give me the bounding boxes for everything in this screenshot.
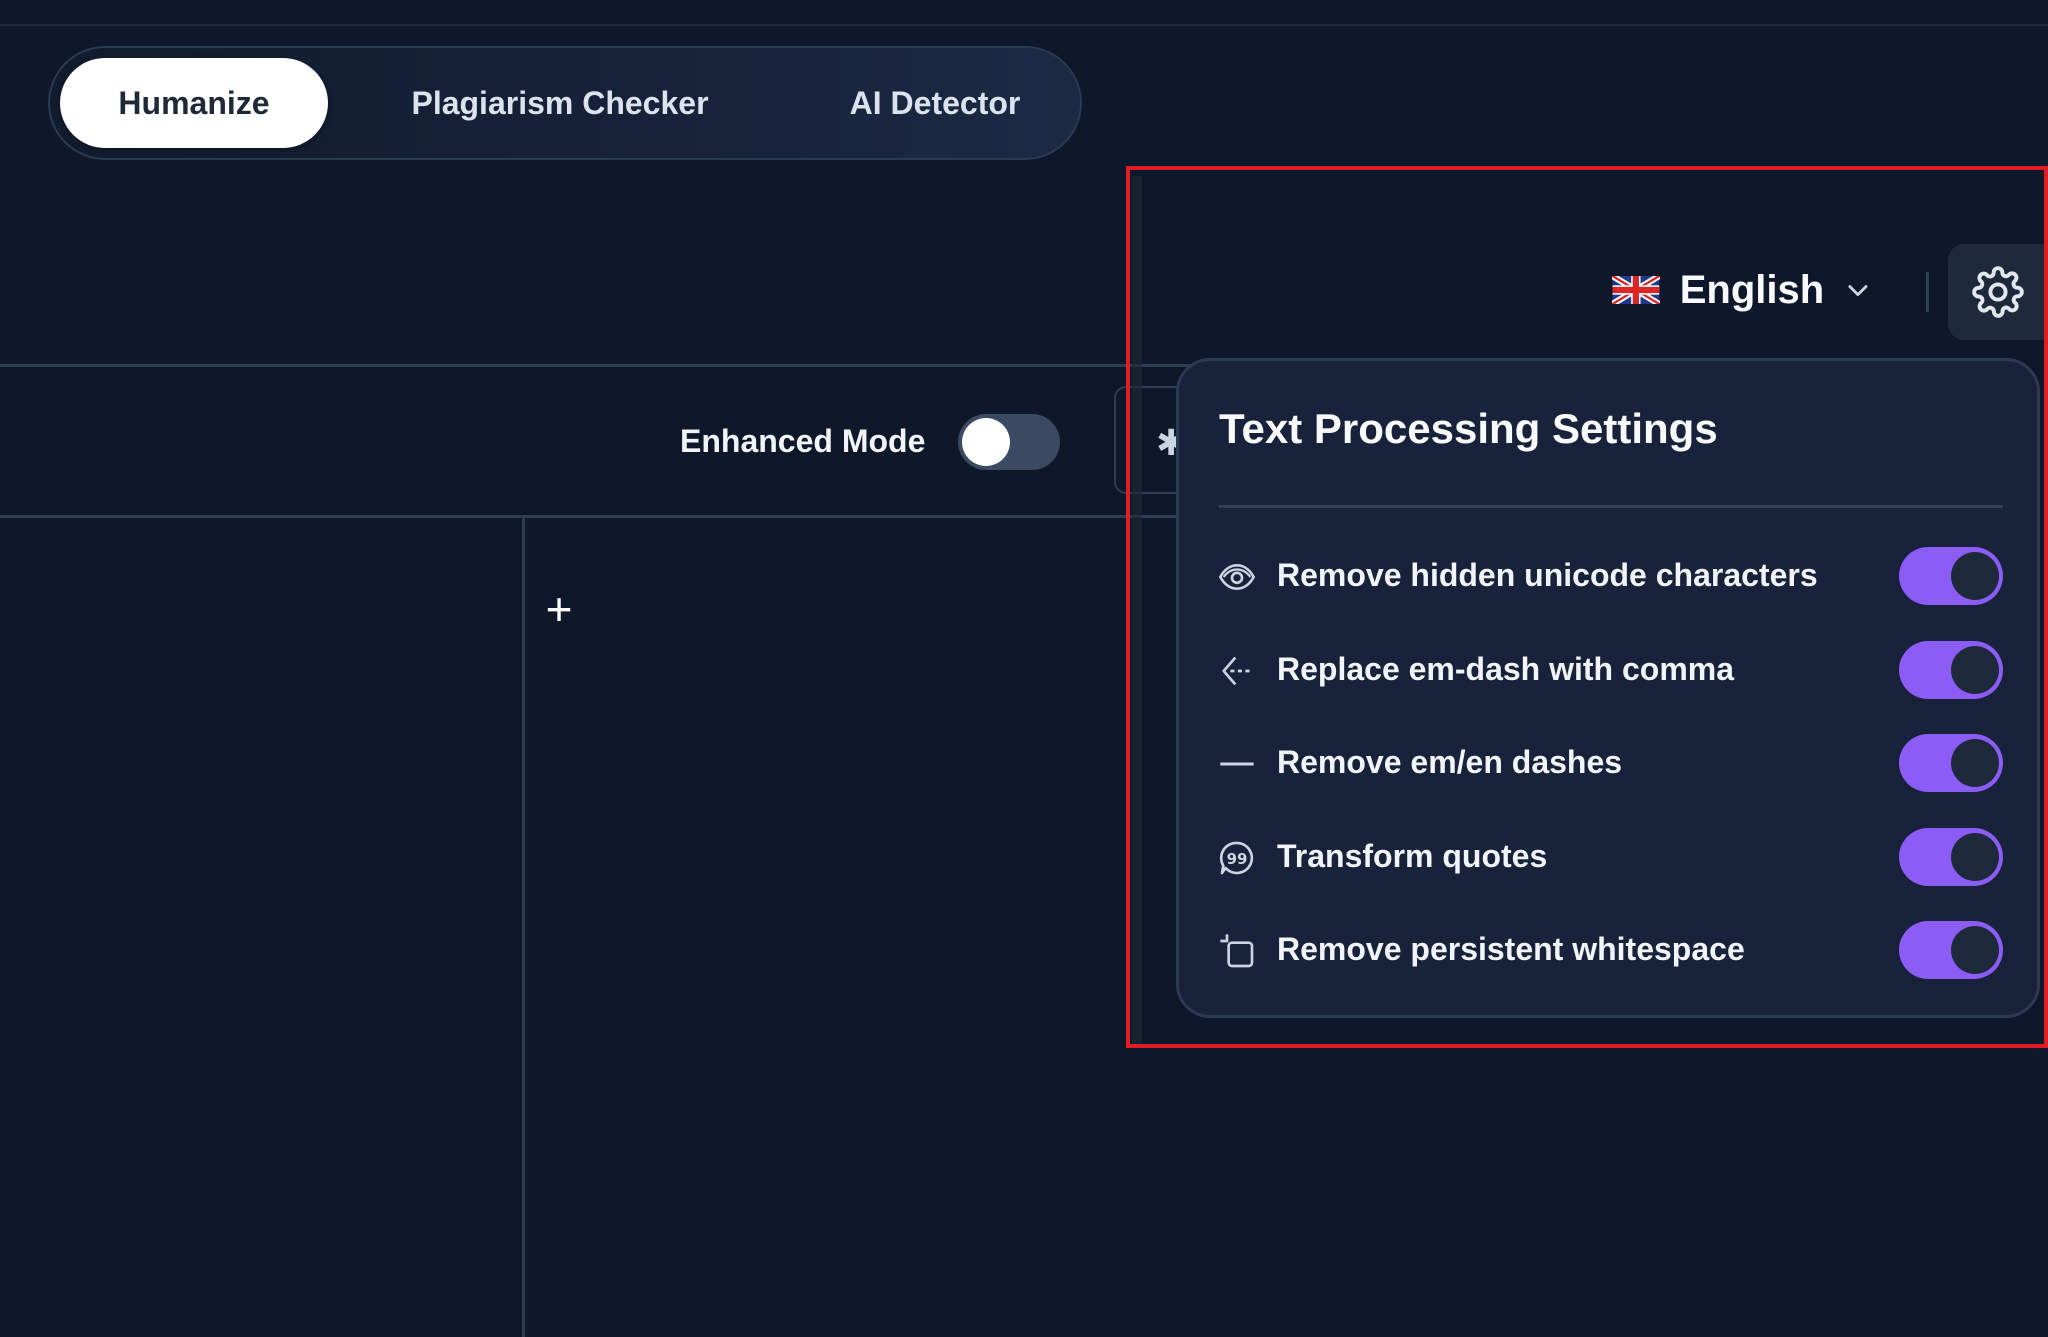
header-divider bbox=[1926, 272, 1929, 312]
editor-column-divider bbox=[522, 515, 525, 1337]
tab-ai-detector[interactable]: AI Detector bbox=[810, 58, 1060, 148]
editor-toolbar-border bbox=[0, 515, 1190, 518]
tab-humanize[interactable]: Humanize bbox=[60, 58, 328, 148]
settings-button[interactable] bbox=[1948, 244, 2048, 340]
quote-bubble-icon: 99 bbox=[1219, 841, 1254, 875]
setting-label: Remove persistent whitespace bbox=[1277, 931, 1745, 967]
setting-label: Remove hidden unicode characters bbox=[1277, 557, 1818, 593]
editor-top-border bbox=[0, 364, 1190, 367]
tool-tabs: Humanize Plagiarism Checker AI Detector bbox=[48, 46, 1082, 160]
setting-toggle-hidden-unicode[interactable] bbox=[1899, 547, 2003, 605]
language-selector[interactable]: English bbox=[1612, 262, 1872, 318]
app-page: Humanize Plagiarism Checker AI Detector … bbox=[0, 0, 2048, 1337]
toggle-knob bbox=[1951, 833, 1999, 881]
setting-label: Transform quotes bbox=[1277, 838, 1548, 874]
tab-plagiarism-checker[interactable]: Plagiarism Checker bbox=[390, 58, 730, 148]
setting-row-transform-quotes: 99 Transform quotes bbox=[1217, 826, 2003, 886]
text-processing-settings-panel: Text Processing Settings Remove hidden u… bbox=[1176, 358, 2040, 1018]
setting-label: Remove em/en dashes bbox=[1277, 744, 1623, 780]
setting-row-remove-dashes: Remove em/en dashes bbox=[1217, 732, 2003, 792]
eye-icon bbox=[1218, 563, 1256, 591]
gear-icon bbox=[1972, 266, 2024, 318]
chevron-down-icon bbox=[1848, 285, 1868, 297]
crop-square-icon bbox=[1220, 934, 1254, 968]
language-label: English bbox=[1679, 268, 1825, 312]
enhanced-mode-label: Enhanced Mode bbox=[680, 423, 926, 459]
toggle-knob bbox=[1951, 739, 1999, 787]
setting-label: Replace em-dash with comma bbox=[1277, 651, 1735, 687]
toggle-knob bbox=[1951, 926, 1999, 974]
top-divider bbox=[0, 24, 2048, 26]
toggle-knob bbox=[962, 418, 1010, 466]
setting-toggle-em-dash-comma[interactable] bbox=[1899, 641, 2003, 699]
toggle-knob bbox=[1951, 552, 1999, 600]
svg-text:99: 99 bbox=[1227, 850, 1248, 868]
plus-icon[interactable]: + bbox=[540, 586, 578, 632]
panel-divider bbox=[1219, 505, 2003, 508]
uk-flag-icon bbox=[1612, 276, 1660, 304]
toggle-knob bbox=[1951, 646, 1999, 694]
setting-row-em-dash-comma: Replace em-dash with comma bbox=[1217, 639, 2003, 699]
setting-toggle-remove-dashes[interactable] bbox=[1899, 734, 2003, 792]
highlight-edge-shadow bbox=[1132, 176, 1142, 1044]
replace-arrow-icon bbox=[1222, 656, 1251, 686]
enhanced-mode-toggle[interactable] bbox=[958, 414, 1060, 470]
setting-toggle-transform-quotes[interactable] bbox=[1899, 828, 2003, 886]
setting-toggle-persistent-whitespace[interactable] bbox=[1899, 921, 2003, 979]
setting-row-persistent-whitespace: Remove persistent whitespace bbox=[1217, 919, 2003, 979]
panel-title: Text Processing Settings bbox=[1219, 405, 1718, 452]
dash-icon bbox=[1220, 762, 1254, 766]
setting-row-hidden-unicode: Remove hidden unicode characters bbox=[1217, 545, 2003, 605]
